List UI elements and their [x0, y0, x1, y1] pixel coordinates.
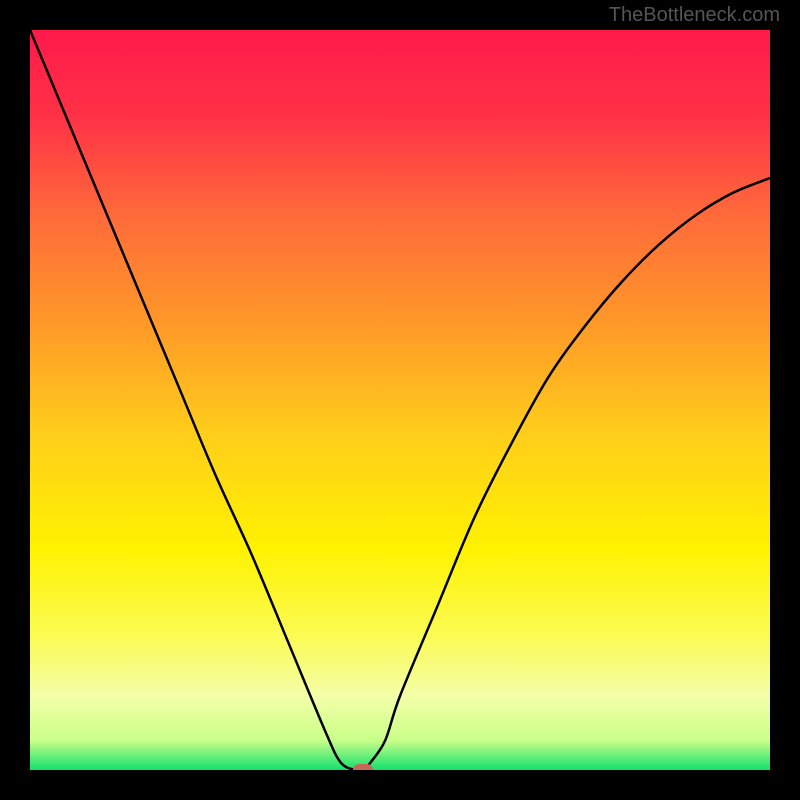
watermark-text: TheBottleneck.com — [609, 4, 780, 27]
bottleneck-curve — [30, 30, 770, 770]
optimal-point-marker — [353, 764, 373, 770]
curve-layer — [30, 30, 770, 770]
plot-area — [30, 30, 770, 770]
